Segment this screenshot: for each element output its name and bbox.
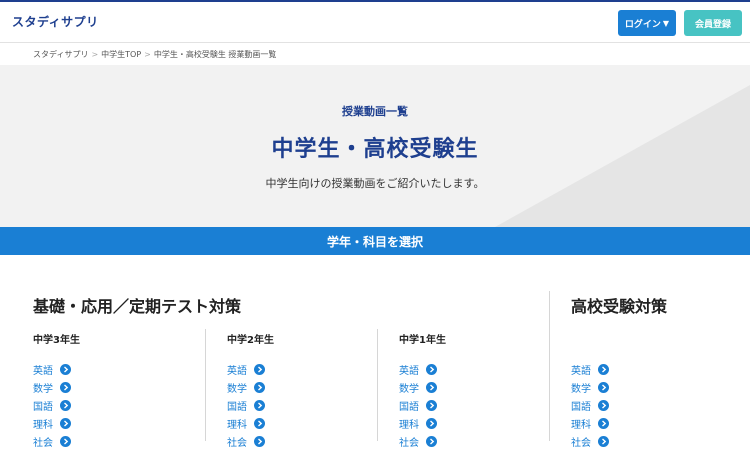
subject-link[interactable]: 社会	[33, 434, 71, 449]
column-divider	[205, 329, 206, 441]
subject-link[interactable]: 理科	[33, 416, 71, 431]
chevron-right-circle-icon	[426, 399, 437, 411]
subject-link[interactable]: 数学	[33, 380, 71, 395]
breadcrumb-item-current: 中学生・高校受験生 授業動画一覧	[153, 50, 277, 59]
subject-label: 国語	[399, 401, 419, 413]
chevron-right-circle-icon	[60, 399, 71, 411]
subject-label: 社会	[33, 437, 53, 449]
chevron-right-circle-icon	[426, 381, 437, 393]
caret-down-icon: ▼	[662, 18, 670, 28]
subject-link[interactable]: 社会	[571, 434, 609, 449]
grade2-subject-list: 英語 数学 国語 理科 社会	[227, 360, 274, 450]
subject-link[interactable]: 国語	[33, 398, 71, 413]
subject-link[interactable]: 数学	[227, 380, 265, 395]
grade2-column: 中学2年生 英語 数学 国語 理科 社会	[227, 331, 274, 450]
subject-link[interactable]: 英語	[399, 362, 437, 377]
exam-column-spacer	[571, 331, 609, 351]
chevron-right-circle-icon	[426, 363, 437, 375]
subject-label: 国語	[571, 401, 591, 413]
chevron-right-circle-icon	[254, 381, 265, 393]
hero-description: 中学生向けの授業動画をご紹介いたします。	[265, 177, 485, 190]
subject-link[interactable]: 理科	[571, 416, 609, 431]
section-divider	[549, 291, 550, 441]
subject-label: 英語	[571, 365, 591, 377]
chevron-right-circle-icon	[426, 435, 437, 447]
column-divider	[377, 329, 378, 441]
subject-label: 理科	[399, 419, 419, 431]
subject-label: 英語	[227, 365, 247, 377]
subject-link[interactable]: 社会	[399, 434, 437, 449]
grade3-column: 中学3年生 英語 数学 国語 理科 社会	[33, 331, 80, 450]
grade-subject-select-bar[interactable]: 学年・科目を選択	[0, 227, 750, 255]
chevron-right-circle-icon	[254, 435, 265, 447]
login-button[interactable]: ログイン ▼	[618, 10, 676, 36]
subject-label: 理科	[571, 419, 591, 431]
subject-label: 英語	[399, 365, 419, 377]
subject-link[interactable]: 理科	[399, 416, 437, 431]
subject-label: 理科	[33, 419, 53, 431]
subject-link[interactable]: 数学	[399, 380, 437, 395]
breadcrumb-item-junior-top[interactable]: 中学生TOP	[101, 49, 141, 60]
chevron-right-circle-icon	[426, 417, 437, 429]
grade3-title: 中学3年生	[33, 335, 80, 346]
chevron-right-circle-icon	[598, 417, 609, 429]
chevron-right-circle-icon	[254, 363, 265, 375]
chevron-right-circle-icon	[254, 417, 265, 429]
subject-label: 数学	[571, 383, 591, 395]
chevron-right-circle-icon	[254, 399, 265, 411]
chevron-right-circle-icon	[60, 417, 71, 429]
subject-label: 数学	[399, 383, 419, 395]
chevron-right-icon: >	[91, 50, 99, 59]
subject-link[interactable]: 社会	[227, 434, 265, 449]
subject-label: 社会	[399, 437, 419, 449]
hero-subtitle: 授業動画一覧	[342, 105, 408, 118]
subject-label: 国語	[227, 401, 247, 413]
subject-label: 英語	[33, 365, 53, 377]
subject-link[interactable]: 国語	[227, 398, 265, 413]
subject-link[interactable]: 英語	[33, 362, 71, 377]
grade1-title: 中学1年生	[399, 335, 446, 346]
subject-label: 理科	[227, 419, 247, 431]
chevron-right-circle-icon	[598, 435, 609, 447]
breadcrumb-item-home[interactable]: スタディサプリ	[33, 49, 88, 60]
subject-label: 数学	[33, 383, 53, 395]
chevron-right-circle-icon	[60, 435, 71, 447]
subject-label: 社会	[227, 437, 247, 449]
basic-section-title: 基礎・応用／定期テスト対策	[33, 297, 242, 316]
page-title: 中学生・高校受験生	[271, 137, 479, 162]
chevron-right-circle-icon	[598, 363, 609, 375]
chevron-right-circle-icon	[598, 399, 609, 411]
subject-link[interactable]: 数学	[571, 380, 609, 395]
hero-banner: 授業動画一覧 中学生・高校受験生 中学生向けの授業動画をご紹介いたします。	[0, 65, 750, 227]
site-logo[interactable]: スタディサプリ	[12, 13, 99, 30]
subject-link[interactable]: 国語	[571, 398, 609, 413]
subject-link[interactable]: 理科	[227, 416, 265, 431]
exam-subject-list: 英語 数学 国語 理科 社会	[571, 360, 609, 450]
chevron-right-icon: >	[144, 50, 151, 59]
chevron-right-circle-icon	[60, 363, 71, 375]
subject-link[interactable]: 英語	[227, 362, 265, 377]
grade3-subject-list: 英語 数学 国語 理科 社会	[33, 360, 80, 450]
breadcrumb: スタディサプリ > 中学生TOP > 中学生・高校受験生 授業動画一覧	[33, 49, 276, 60]
subject-link[interactable]: 英語	[571, 362, 609, 377]
exam-column: 英語 数学 国語 理科 社会	[571, 331, 609, 450]
chevron-right-circle-icon	[598, 381, 609, 393]
exam-section-title: 高校受験対策	[571, 297, 668, 316]
grade1-column: 中学1年生 英語 数学 国語 理科 社会	[399, 331, 446, 450]
subject-label: 数学	[227, 383, 247, 395]
chevron-right-circle-icon	[60, 381, 71, 393]
subject-label: 社会	[571, 437, 591, 449]
site-header: スタディサプリ ログイン ▼ 会員登録	[0, 0, 750, 43]
grade2-title: 中学2年生	[227, 335, 274, 346]
grade1-subject-list: 英語 数学 国語 理科 社会	[399, 360, 446, 450]
subject-link[interactable]: 国語	[399, 398, 437, 413]
register-button[interactable]: 会員登録	[684, 10, 742, 36]
login-label: ログイン	[624, 19, 661, 30]
subject-label: 国語	[33, 401, 53, 413]
